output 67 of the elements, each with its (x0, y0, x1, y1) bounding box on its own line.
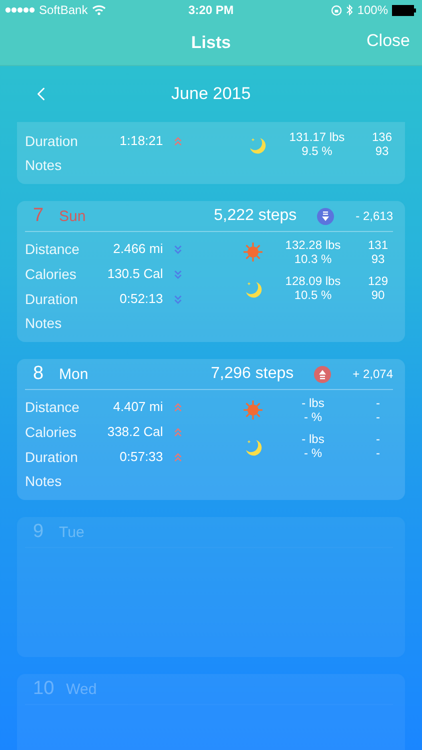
rotation-lock-icon (331, 4, 342, 16)
weekday-label: Mon (59, 366, 88, 382)
body-fat-reading: 10.5 % (294, 288, 332, 302)
day-card[interactable]: Duration 1:18:21 Notes 131.17 lbs 9.5 % 136 93 (17, 122, 405, 184)
signal-icon (5, 7, 35, 13)
metric-label: Duration (25, 132, 79, 148)
close-button[interactable]: Close (366, 31, 410, 51)
clock-time: 3:20 PM (188, 3, 234, 17)
weight-reading: 128.09 lbs (285, 274, 341, 288)
wifi-icon (92, 5, 106, 15)
metric-value: 338.2 Cal (106, 424, 163, 439)
metric-label: Calories (25, 266, 78, 282)
step-count: 7,296 steps (210, 365, 294, 383)
weekday-label: Tue (59, 524, 84, 540)
day-card[interactable]: 10 Wed (17, 674, 405, 750)
step-difference: + 2,074 (352, 367, 393, 381)
battery-icon (392, 4, 418, 16)
bluetooth-icon (346, 4, 354, 16)
metric-label: Distance (25, 398, 80, 414)
day-number: 7 (33, 205, 45, 227)
body-fat-reading: - % (304, 446, 322, 460)
metric-value: 2.466 mi (112, 241, 163, 256)
reading-value: 90 (371, 288, 385, 302)
reading-value: 136 (372, 130, 392, 144)
weekday-label: Sun (59, 208, 86, 224)
day-number: 10 (33, 678, 54, 700)
day-card[interactable]: 7 Sun 5,222 steps - 2,613 Distance 2.466 mi Calories 130.5 Cal Duration 0:52:13 Notes 132.28 lbs 10.3 % 131 93 128.09 lbs 10.5 % 129 90 (17, 201, 405, 342)
reading-value: - (376, 410, 380, 424)
notes-label: Notes (25, 472, 63, 491)
day-number: 9 (33, 521, 45, 543)
reading-value: - (376, 446, 380, 460)
metric-value: 0:52:13 (118, 291, 163, 306)
notes-label: Notes (25, 314, 63, 333)
metric-value: 130.5 Cal (106, 266, 163, 281)
day-card[interactable]: 8 Mon 7,296 steps + 2,074 Distance 4.407 mi Calories 338.2 Cal Duration 0:57:33 Notes - lbs - % - - - lbs - % - - (17, 359, 405, 500)
step-count: 5,222 steps (214, 207, 297, 225)
battery-percentage: 100% (357, 3, 388, 17)
month-title: June 2015 (171, 84, 251, 104)
reading-value: 129 (368, 274, 388, 288)
sun-icon (243, 242, 263, 262)
weight-reading: - lbs (302, 432, 324, 446)
metric-label: Calories (25, 424, 78, 440)
notes-label: Notes (25, 156, 63, 175)
day-card[interactable]: 9 Tue (17, 517, 405, 657)
metric-label: Duration (25, 448, 79, 464)
day-number: 8 (33, 363, 45, 385)
weight-reading: - lbs (302, 396, 324, 410)
metric-value: 0:57:33 (118, 449, 163, 464)
reading-value: 93 (371, 252, 385, 266)
reading-value: - (376, 432, 380, 446)
metric-value: 1:18:21 (118, 133, 163, 148)
metric-label: Duration (25, 290, 79, 306)
weight-reading: 132.28 lbs (285, 238, 341, 252)
body-fat-reading: 10.3 % (294, 252, 332, 266)
screen-title: Lists (191, 32, 231, 52)
step-difference: - 2,613 (356, 209, 393, 223)
metric-value: 4.407 mi (112, 399, 163, 414)
metric-label: Distance (25, 240, 80, 256)
carrier-name: SoftBank (39, 3, 88, 17)
weekday-label: Wed (66, 680, 97, 698)
reading-value: 131 (368, 238, 388, 252)
reading-value: 93 (375, 144, 389, 158)
sun-icon (243, 400, 263, 420)
weight-reading: 131.17 lbs (289, 130, 345, 144)
body-fat-reading: - % (304, 410, 322, 424)
body-fat-reading: 9.5 % (302, 144, 332, 158)
reading-value: - (376, 396, 380, 410)
